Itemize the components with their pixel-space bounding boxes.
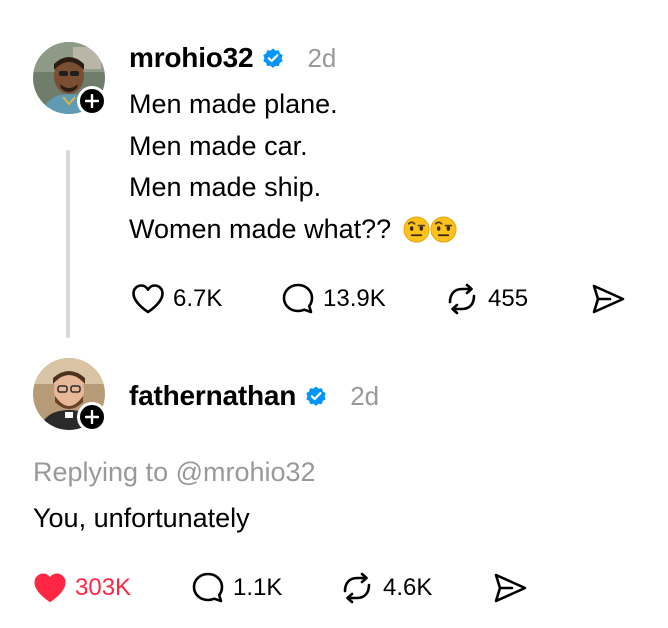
follow-plus-button[interactable] bbox=[77, 402, 107, 432]
post-body: Men made plane. Men made car. Men made s… bbox=[129, 84, 457, 250]
repost-count: 4.6K bbox=[383, 574, 433, 601]
reply-time: 2d bbox=[350, 380, 380, 411]
raised-eyebrow-emoji bbox=[430, 215, 457, 243]
raised-eyebrow-emoji bbox=[403, 215, 430, 243]
comment-icon bbox=[282, 283, 314, 314]
like-button-active[interactable]: 303K bbox=[33, 572, 131, 604]
post-mrohio32: mrohio32 2d Men made plane. Men made car… bbox=[0, 0, 668, 350]
username[interactable]: mrohio32 bbox=[129, 42, 254, 74]
post-line-last: Women made what?? bbox=[129, 209, 457, 251]
post-line-text: Women made what?? bbox=[129, 213, 392, 244]
comment-button[interactable]: 13.9K bbox=[281, 282, 386, 316]
share-icon bbox=[592, 284, 625, 314]
repost-count: 455 bbox=[488, 285, 529, 312]
like-count: 6.7K bbox=[173, 285, 223, 312]
plus-icon bbox=[85, 410, 99, 424]
plus-icon bbox=[85, 94, 99, 108]
repost-button[interactable]: 455 bbox=[444, 282, 528, 316]
reply-header: fathernathan 2d bbox=[129, 378, 379, 414]
verified-badge-icon bbox=[306, 386, 326, 406]
comment-count: 1.1K bbox=[233, 574, 283, 601]
comment-button[interactable]: 1.1K bbox=[191, 571, 282, 605]
verified-badge-icon bbox=[263, 48, 284, 68]
like-count: 303K bbox=[75, 574, 132, 601]
post-line: Men made plane. bbox=[129, 89, 338, 119]
share-button[interactable] bbox=[492, 572, 528, 604]
post-actions: 6.7K 13.9K 455 bbox=[0, 279, 668, 319]
follow-plus-button[interactable] bbox=[77, 86, 107, 116]
replying-to-label[interactable]: Replying to @mrohio32 bbox=[33, 457, 316, 488]
comment-icon bbox=[192, 572, 224, 603]
post-line: Men made car. bbox=[129, 130, 308, 161]
heart-filled-icon bbox=[34, 573, 66, 602]
repost-button[interactable]: 4.6K bbox=[339, 571, 432, 605]
heart-icon bbox=[132, 284, 164, 314]
like-button[interactable]: 6.7K bbox=[131, 283, 222, 315]
share-button[interactable] bbox=[590, 283, 626, 315]
username[interactable]: fathernathan bbox=[129, 380, 296, 412]
reply-body: You, unfortunately bbox=[33, 503, 250, 533]
repost-icon bbox=[448, 283, 476, 315]
share-icon bbox=[494, 573, 527, 603]
reply-fathernathan: fathernathan 2d Replying to @mrohio32 Yo… bbox=[0, 350, 668, 628]
post-time: 2d bbox=[307, 42, 337, 73]
post-line: Men made ship. bbox=[129, 172, 322, 202]
reply-actions: 303K 1.1K 4.6K bbox=[0, 568, 668, 608]
post-header: mrohio32 2d bbox=[129, 40, 336, 76]
repost-icon bbox=[343, 572, 371, 604]
comment-count: 13.9K bbox=[323, 285, 386, 312]
